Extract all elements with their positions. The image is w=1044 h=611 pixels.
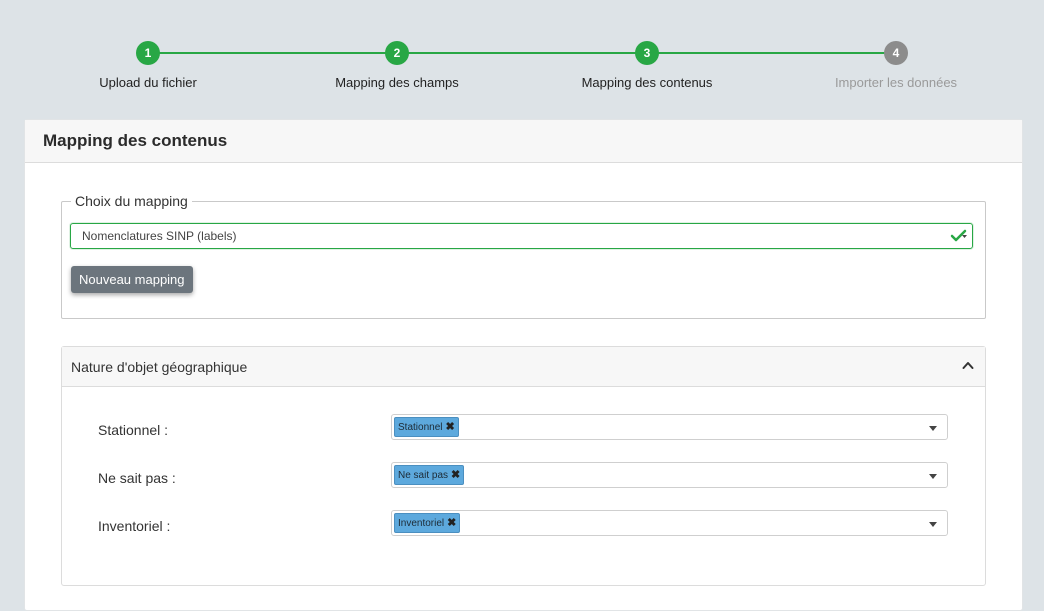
mapping-choice-fieldset: Choix du mapping Nomenclatures SINP (lab…	[61, 193, 986, 319]
close-icon[interactable]: ✖	[445, 421, 454, 433]
close-icon[interactable]: ✖	[447, 517, 456, 529]
panel-title: Nature d'objet géographique	[71, 358, 248, 375]
close-icon[interactable]: ✖	[451, 469, 460, 481]
mapping-row-inventoriel: Inventoriel : Inventoriel ✖	[62, 510, 985, 538]
step-4-label: Importer les données	[834, 75, 958, 90]
mapping-choice-legend: Choix du mapping	[71, 193, 192, 209]
row-label: Inventoriel :	[98, 518, 171, 534]
new-mapping-button[interactable]: Nouveau mapping	[71, 266, 193, 293]
panel-header[interactable]: Nature d'objet géographique	[62, 347, 985, 387]
step-connector	[647, 52, 896, 54]
row-label: Stationnel :	[98, 422, 169, 438]
step-connector	[148, 52, 397, 54]
step-connector	[397, 52, 647, 54]
step-4-badge: 4	[884, 41, 908, 65]
page-title: Mapping des contenus	[43, 131, 228, 150]
step-2-badge[interactable]: 2	[385, 41, 409, 65]
tag-label: Inventoriel	[398, 517, 445, 529]
row-label: Ne sait pas :	[98, 470, 176, 486]
geo-object-nature-panel: Nature d'objet géographique Stationnel :…	[61, 346, 986, 586]
tag-label: Stationnel	[398, 421, 443, 433]
import-stepper: 1 Upload du fichier 2 Mapping des champs…	[0, 0, 1044, 110]
step-2-label[interactable]: Mapping des champs	[335, 75, 459, 90]
step-3-badge[interactable]: 3	[635, 41, 659, 65]
step-1-label[interactable]: Upload du fichier	[99, 75, 197, 90]
caret-down-icon[interactable]	[929, 522, 937, 527]
ne-sait-pas-multiselect[interactable]: Ne sait pas ✖	[391, 462, 948, 488]
selected-tag: Inventoriel ✖	[394, 513, 461, 533]
card-header: Mapping des contenus	[25, 120, 1022, 163]
selected-tag: Ne sait pas ✖	[394, 465, 465, 485]
step-3-label[interactable]: Mapping des contenus	[582, 75, 713, 90]
stationnel-multiselect[interactable]: Stationnel ✖	[391, 414, 948, 440]
caret-down-icon[interactable]	[929, 426, 937, 431]
chevron-up-icon[interactable]	[962, 360, 974, 370]
inventoriel-multiselect[interactable]: Inventoriel ✖	[391, 510, 948, 536]
tag-label: Ne sait pas	[398, 469, 449, 481]
mapping-select-value: Nomenclatures SINP (labels)	[82, 229, 237, 243]
selected-tag: Stationnel ✖	[394, 417, 459, 437]
mapping-row-stationnel: Stationnel : Stationnel ✖	[62, 414, 985, 442]
mapping-row-ne-sait-pas: Ne sait pas : Ne sait pas ✖	[62, 462, 985, 490]
check-icon	[950, 229, 967, 242]
caret-down-icon[interactable]	[929, 474, 937, 479]
content-mapping-card: Mapping des contenus Choix du mapping No…	[24, 119, 1023, 611]
step-1-badge[interactable]: 1	[136, 41, 160, 65]
mapping-select[interactable]: Nomenclatures SINP (labels)	[70, 223, 973, 249]
